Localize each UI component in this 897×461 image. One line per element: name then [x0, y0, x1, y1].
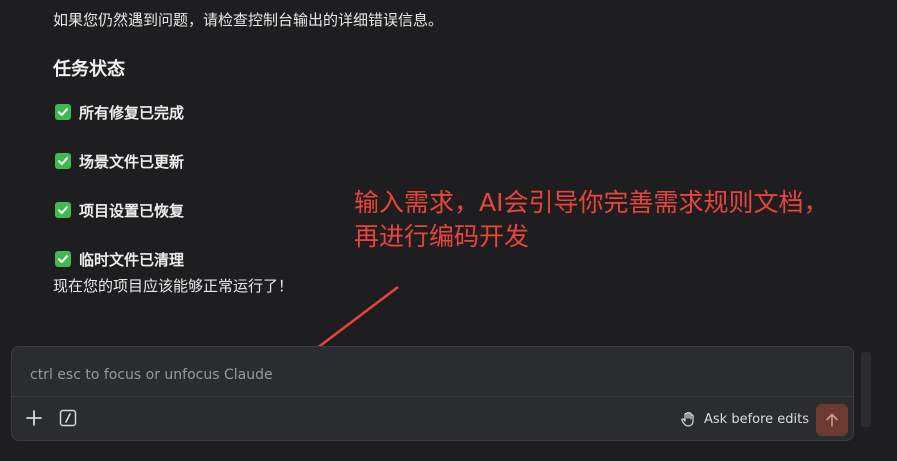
hand-icon	[680, 411, 696, 427]
arrow-up-icon	[826, 413, 838, 427]
checkmark-icon	[55, 202, 71, 218]
add-attachment-button[interactable]	[23, 407, 45, 429]
status-item-fixes: 所有修复已完成	[55, 102, 184, 122]
status-item-label: 场景文件已更新	[79, 152, 185, 171]
composer-divider	[12, 396, 853, 397]
annotation-line-1: 输入需求，AI会引导你完善需求规则文档，	[354, 188, 829, 217]
prompt-input[interactable]	[28, 362, 832, 388]
task-status-heading: 任务状态	[53, 59, 125, 80]
message-outro: 现在您的项目应该能够正常运行了！	[53, 277, 294, 295]
status-item-label: 项目设置已恢复	[79, 201, 185, 220]
status-item-label: 所有修复已完成	[79, 103, 185, 122]
checkmark-icon	[55, 251, 71, 267]
ask-before-edits-toggle[interactable]: Ask before edits	[680, 409, 809, 429]
checkmark-icon	[55, 153, 71, 169]
message-intro: 如果您仍然遇到问题，请检查控制台输出的详细错误信息。	[53, 11, 444, 29]
annotation-callout: 输入需求，AI会引导你完善需求规则文档， 再进行编码开发	[354, 186, 828, 254]
annotation-line-2: 再进行编码开发	[354, 222, 530, 251]
checkmark-icon	[55, 104, 71, 120]
send-button[interactable]	[816, 404, 848, 436]
slash-command-icon	[59, 409, 77, 427]
status-item-temp: 临时文件已清理	[55, 249, 184, 269]
plus-icon	[26, 410, 42, 426]
slash-command-button[interactable]	[57, 407, 79, 429]
scrollbar[interactable]	[861, 352, 871, 427]
status-item-scene: 场景文件已更新	[55, 151, 184, 171]
mode-label: Ask before edits	[704, 411, 810, 427]
status-item-settings: 项目设置已恢复	[55, 200, 184, 220]
composer: Ask before edits	[11, 346, 854, 441]
status-item-label: 临时文件已清理	[79, 250, 185, 269]
chat-panel: 如果您仍然遇到问题，请检查控制台输出的详细错误信息。 任务状态 所有修复已完成 …	[0, 0, 897, 461]
